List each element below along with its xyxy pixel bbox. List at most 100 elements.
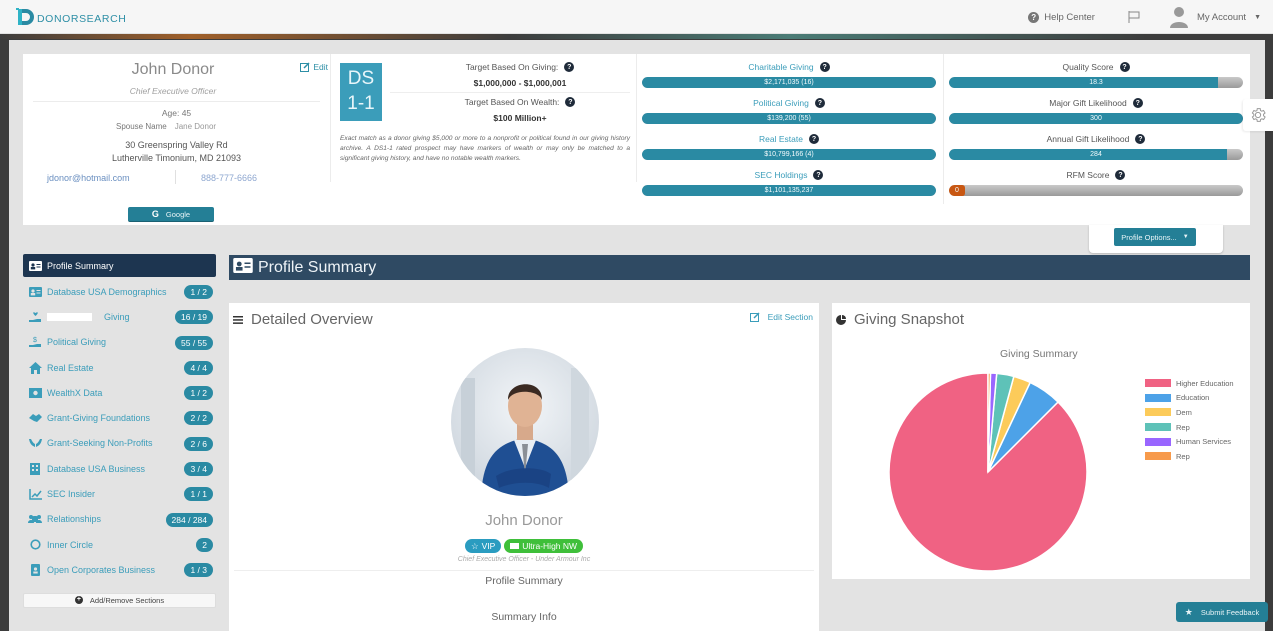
building-icon xyxy=(28,462,42,475)
google-button[interactable]: G Google xyxy=(128,207,214,222)
real-estate-bar[interactable]: Real Estate? $10,799,166 (4) xyxy=(642,130,936,162)
star-icon: ☆ xyxy=(470,540,479,551)
ds-badge-line1: DS xyxy=(347,68,375,89)
sidebar-item-label: Profile Summary xyxy=(47,260,114,271)
count-badge: 55 / 55 xyxy=(175,335,213,350)
bar-value: 0 xyxy=(955,187,959,194)
settings-tab[interactable] xyxy=(1243,99,1273,131)
sidebar-item-profile-summary[interactable]: Profile Summary xyxy=(23,254,216,277)
help-icon[interactable]: ? xyxy=(1115,170,1126,180)
help-center-link[interactable]: ? Help Center xyxy=(1028,11,1095,23)
legend-label: Higher Education xyxy=(1176,378,1234,388)
legend-item[interactable]: Human Services xyxy=(1145,434,1234,449)
section-header: Profile Summary xyxy=(229,255,1250,280)
sidebar-item-label: Grant-Giving Foundations xyxy=(47,413,151,424)
donorsearch-logo[interactable]: DONORSEARCH xyxy=(16,6,126,28)
help-icon[interactable]: ? xyxy=(565,97,576,107)
overview-subtitle: Chief Executive Officer - Under Armour I… xyxy=(457,556,591,563)
target-wealth-label: Target Based On Wealth: ? xyxy=(410,97,630,107)
sidebar-item-label: Real Estate xyxy=(47,362,94,373)
help-icon[interactable]: ? xyxy=(819,62,830,72)
address-line1: 30 Greenspring Valley Rd xyxy=(125,140,228,150)
profile-options-label: Profile Options... xyxy=(1121,232,1177,242)
help-icon[interactable]: ? xyxy=(813,170,824,180)
bar-value: $139,200 (55) xyxy=(767,115,811,122)
sidebar-item-label: Grant-Seeking Non-Profits xyxy=(47,438,153,449)
target-wealth-value: $100 Million+ xyxy=(493,113,547,123)
sidebar-item-inner-circle[interactable]: Inner Circle 2 xyxy=(23,532,216,557)
edit-profile-link[interactable]: Edit xyxy=(300,62,328,72)
people-icon xyxy=(28,513,42,525)
email-link[interactable]: jdonor@hotmail.com xyxy=(47,173,130,183)
redacted-text xyxy=(47,312,92,321)
legend-item[interactable]: Education xyxy=(1145,391,1234,406)
my-account-menu[interactable]: My Account ▼ xyxy=(1169,6,1261,28)
phone-link[interactable]: 888-777-6666 xyxy=(201,173,257,183)
sidebar: Profile Summary Database USA Demographic… xyxy=(23,254,216,608)
sidebar-item-open-corporates-business[interactable]: Open Corporates Business 1 / 3 xyxy=(23,557,216,582)
divider xyxy=(390,92,630,93)
sidebar-item-sec-insider[interactable]: SEC Insider 1 / 1 xyxy=(23,481,216,506)
quality-score-bar[interactable]: Quality Score? 18.3 xyxy=(949,58,1243,90)
legend-item[interactable]: Rep xyxy=(1145,449,1234,464)
bar-value: 284 xyxy=(1090,151,1102,158)
sidebar-item-label: Giving xyxy=(104,311,130,322)
submit-feedback-button[interactable]: ★ Submit Feedback xyxy=(1176,602,1268,622)
flag-icon[interactable] xyxy=(1127,10,1141,24)
score-bars: Quality Score? 18.3 Major Gift Likelihoo… xyxy=(949,54,1243,204)
panel-title: Detailed Overview xyxy=(233,311,373,328)
help-icon[interactable]: ? xyxy=(814,98,825,108)
help-icon[interactable]: ? xyxy=(1119,62,1130,72)
edit-icon xyxy=(749,312,760,322)
political-giving-bar[interactable]: Political Giving? $139,200 (55) xyxy=(642,94,936,126)
logo-mark-icon xyxy=(16,8,34,25)
annual-gift-likelihood-bar[interactable]: Annual Gift Likelihood? 284 xyxy=(949,130,1243,162)
sidebar-item-giving[interactable]: Giving 16 / 19 xyxy=(23,304,216,329)
help-icon[interactable]: ? xyxy=(564,62,575,72)
bar-track: $1,101,135,237 xyxy=(642,185,936,196)
bar-label: RFM Score xyxy=(1066,170,1110,180)
badges-row: ☆ VIP Ultra-High NW xyxy=(229,539,819,553)
divider xyxy=(33,101,320,102)
sidebar-item-database-usa-business[interactable]: Database USA Business 3 / 4 xyxy=(23,456,216,481)
bar-track: $2,171,035 (16) xyxy=(642,77,936,88)
logo-text: DONORSEARCH xyxy=(37,12,127,25)
edit-section-link[interactable]: Edit Section xyxy=(749,312,813,322)
sec-holdings-bar[interactable]: SEC Holdings? $1,101,135,237 xyxy=(642,166,936,198)
spouse-name: Jane Donor xyxy=(174,122,217,131)
my-account-label: My Account xyxy=(1196,11,1247,23)
sidebar-item-political-giving[interactable]: $ Political Giving 55 / 55 xyxy=(23,330,216,355)
major-gift-likelihood-bar[interactable]: Major Gift Likelihood? 300 xyxy=(949,94,1243,126)
spouse-row: Spouse Name Jane Donor xyxy=(116,122,216,131)
sidebar-item-grant-giving-foundations[interactable]: Grant-Giving Foundations 2 / 2 xyxy=(23,405,216,430)
help-icon[interactable]: ? xyxy=(1135,134,1146,144)
circle-icon xyxy=(28,539,42,551)
legend-label: Rep xyxy=(1176,451,1190,461)
money-icon xyxy=(28,387,42,399)
bar-label: Charitable Giving xyxy=(748,62,814,72)
legend-item[interactable]: Dem xyxy=(1145,405,1234,420)
legend-item[interactable]: Rep xyxy=(1145,420,1234,435)
add-remove-sections-button[interactable]: + Add/Remove Sections xyxy=(23,592,216,608)
submit-feedback-label: Submit Feedback xyxy=(1200,607,1260,617)
detailed-overview-title: Detailed Overview xyxy=(251,311,373,328)
profile-options-button[interactable]: Profile Options... ▼ xyxy=(1114,228,1196,246)
sidebar-item-database-usa-demographics[interactable]: Database USA Demographics 1 / 2 xyxy=(23,279,216,304)
giving-summary-pie-chart xyxy=(888,372,1088,572)
sidebar-item-wealthx-data[interactable]: WealthX Data 1 / 2 xyxy=(23,380,216,405)
chart-title: Giving Summary xyxy=(1000,348,1078,360)
google-label: Google xyxy=(165,209,191,219)
legend-item[interactable]: Higher Education xyxy=(1145,376,1234,391)
sidebar-item-grant-seeking-non-profits[interactable]: Grant-Seeking Non-Profits 2 / 6 xyxy=(23,431,216,456)
help-icon[interactable]: ? xyxy=(808,134,819,144)
bar-label: Quality Score xyxy=(1062,62,1114,72)
help-icon[interactable]: ? xyxy=(1132,98,1143,108)
sidebar-item-relationships[interactable]: Relationships 284 / 284 xyxy=(23,507,216,532)
rfm-score-bar[interactable]: RFM Score? 0 xyxy=(949,166,1243,198)
sidebar-item-real-estate[interactable]: Real Estate 4 / 4 xyxy=(23,355,216,380)
charitable-giving-bar[interactable]: Charitable Giving? $2,171,035 (16) xyxy=(642,58,936,90)
list-icon xyxy=(233,315,243,324)
bar-label: Real Estate xyxy=(759,134,803,144)
count-badge: 2 xyxy=(196,537,213,552)
legend-swatch xyxy=(1145,452,1171,461)
